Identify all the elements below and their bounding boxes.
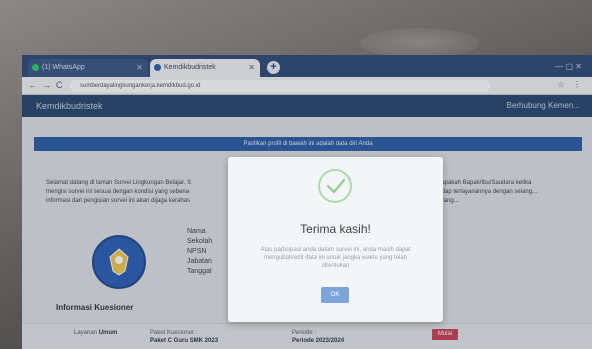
screen-glare: [360, 28, 480, 58]
thank-you-dialog: Terima kasih! Atas partisipasi anda dala…: [228, 157, 443, 322]
ok-button[interactable]: OK: [321, 287, 349, 303]
success-check-icon: [318, 169, 352, 203]
dialog-title: Terima kasih!: [300, 222, 371, 236]
screen: (1) WhatsApp ✕ Kemdikbudristek ✕ + — ▢ ✕…: [22, 55, 592, 349]
dialog-message: Atas partisipasi anda dalam survei ini, …: [260, 247, 411, 269]
